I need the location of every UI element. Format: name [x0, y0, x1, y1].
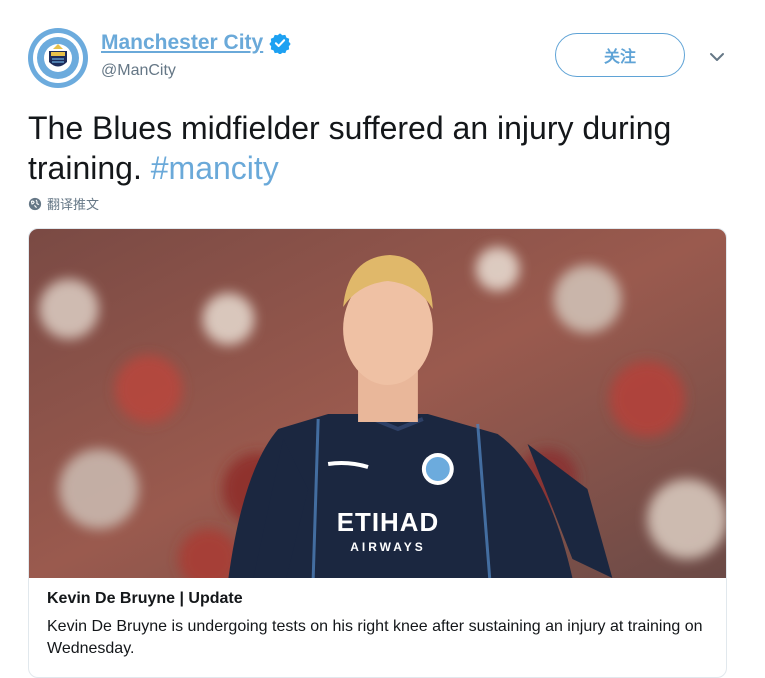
verified-badge-icon	[269, 32, 291, 54]
avatar[interactable]	[28, 28, 88, 88]
link-card[interactable]: ETIHAD AIRWAYS Kevin De Bruyne | Update …	[28, 228, 727, 678]
translate-tweet-link[interactable]: 翻译推文	[28, 194, 99, 213]
card-body: Kevin De Bruyne | Update Kevin De Bruyne…	[29, 578, 726, 672]
translate-label: 翻译推文	[47, 198, 100, 213]
player-photo: ETIHAD AIRWAYS	[29, 229, 726, 578]
shirt-sponsor: ETIHAD	[337, 507, 439, 537]
chevron-down-icon[interactable]	[708, 50, 726, 64]
hashtag-link[interactable]: #mancity	[151, 150, 279, 186]
follow-button[interactable]: 关注	[555, 33, 685, 77]
account-info: Manchester City @ManCity	[101, 30, 291, 80]
man-city-crest-icon	[33, 33, 83, 83]
card-title: Kevin De Bruyne | Update	[47, 590, 243, 607]
card-description: Kevin De Bruyne is undergoing tests on h…	[47, 618, 703, 657]
shirt-sponsor-sub: AIRWAYS	[350, 540, 425, 554]
display-name[interactable]: Manchester City	[101, 30, 263, 56]
tweet-text: The Blues midfielder suffered an injury …	[28, 108, 738, 188]
globe-icon	[28, 197, 42, 210]
tweet-body: The Blues midfielder suffered an injury …	[28, 110, 672, 186]
account-handle[interactable]: @ManCity	[101, 62, 291, 80]
